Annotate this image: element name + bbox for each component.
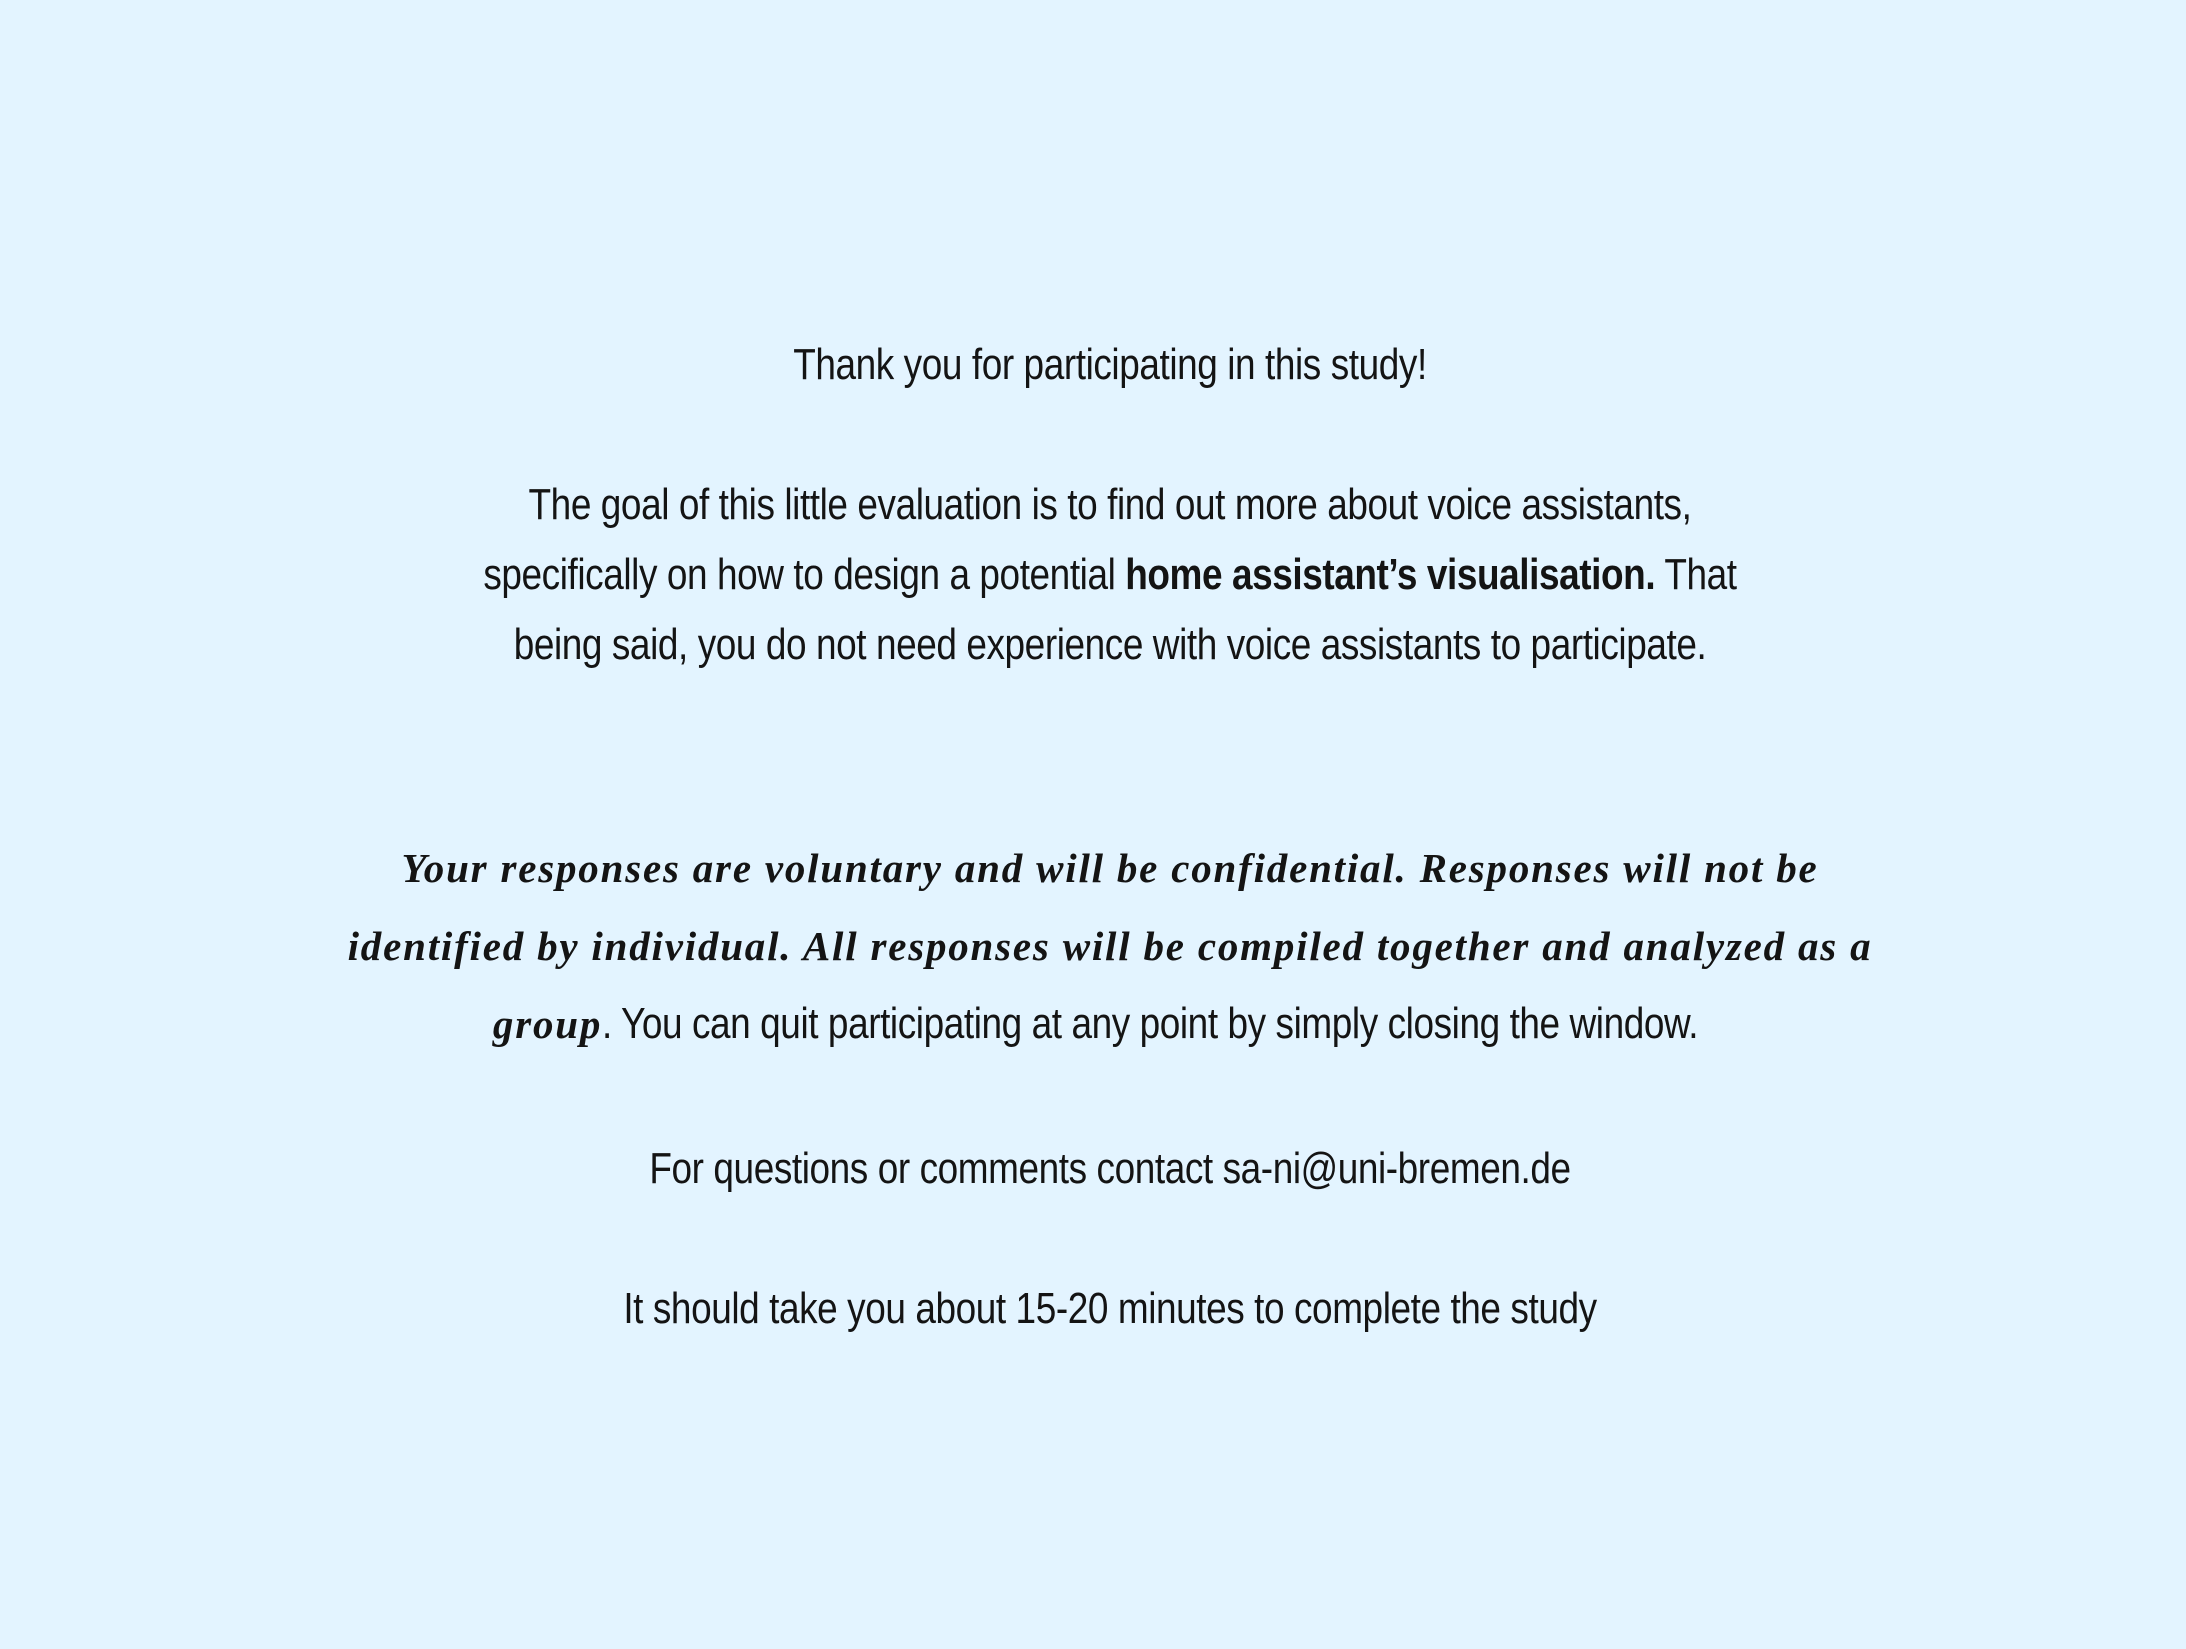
confidentiality-quit-note: . You can quit participating at any poin…: [602, 999, 1699, 1048]
intro-content: Thank you for participating in this stud…: [330, 330, 1890, 1344]
study-intro-page: Thank you for participating in this stud…: [0, 0, 2186, 1649]
confidentiality-paragraph: Your responses are voluntary and will be…: [330, 830, 1890, 1064]
contact-info: For questions or comments contact sa-ni@…: [649, 1144, 1571, 1193]
study-duration-note: It should take you about 15-20 minutes t…: [623, 1284, 1597, 1333]
goal-emphasis: home assistant’s visualisation.: [1125, 550, 1656, 599]
thank-you-heading: Thank you for participating in this stud…: [793, 340, 1427, 389]
study-goal-paragraph: The goal of this little evaluation is to…: [455, 470, 1765, 680]
